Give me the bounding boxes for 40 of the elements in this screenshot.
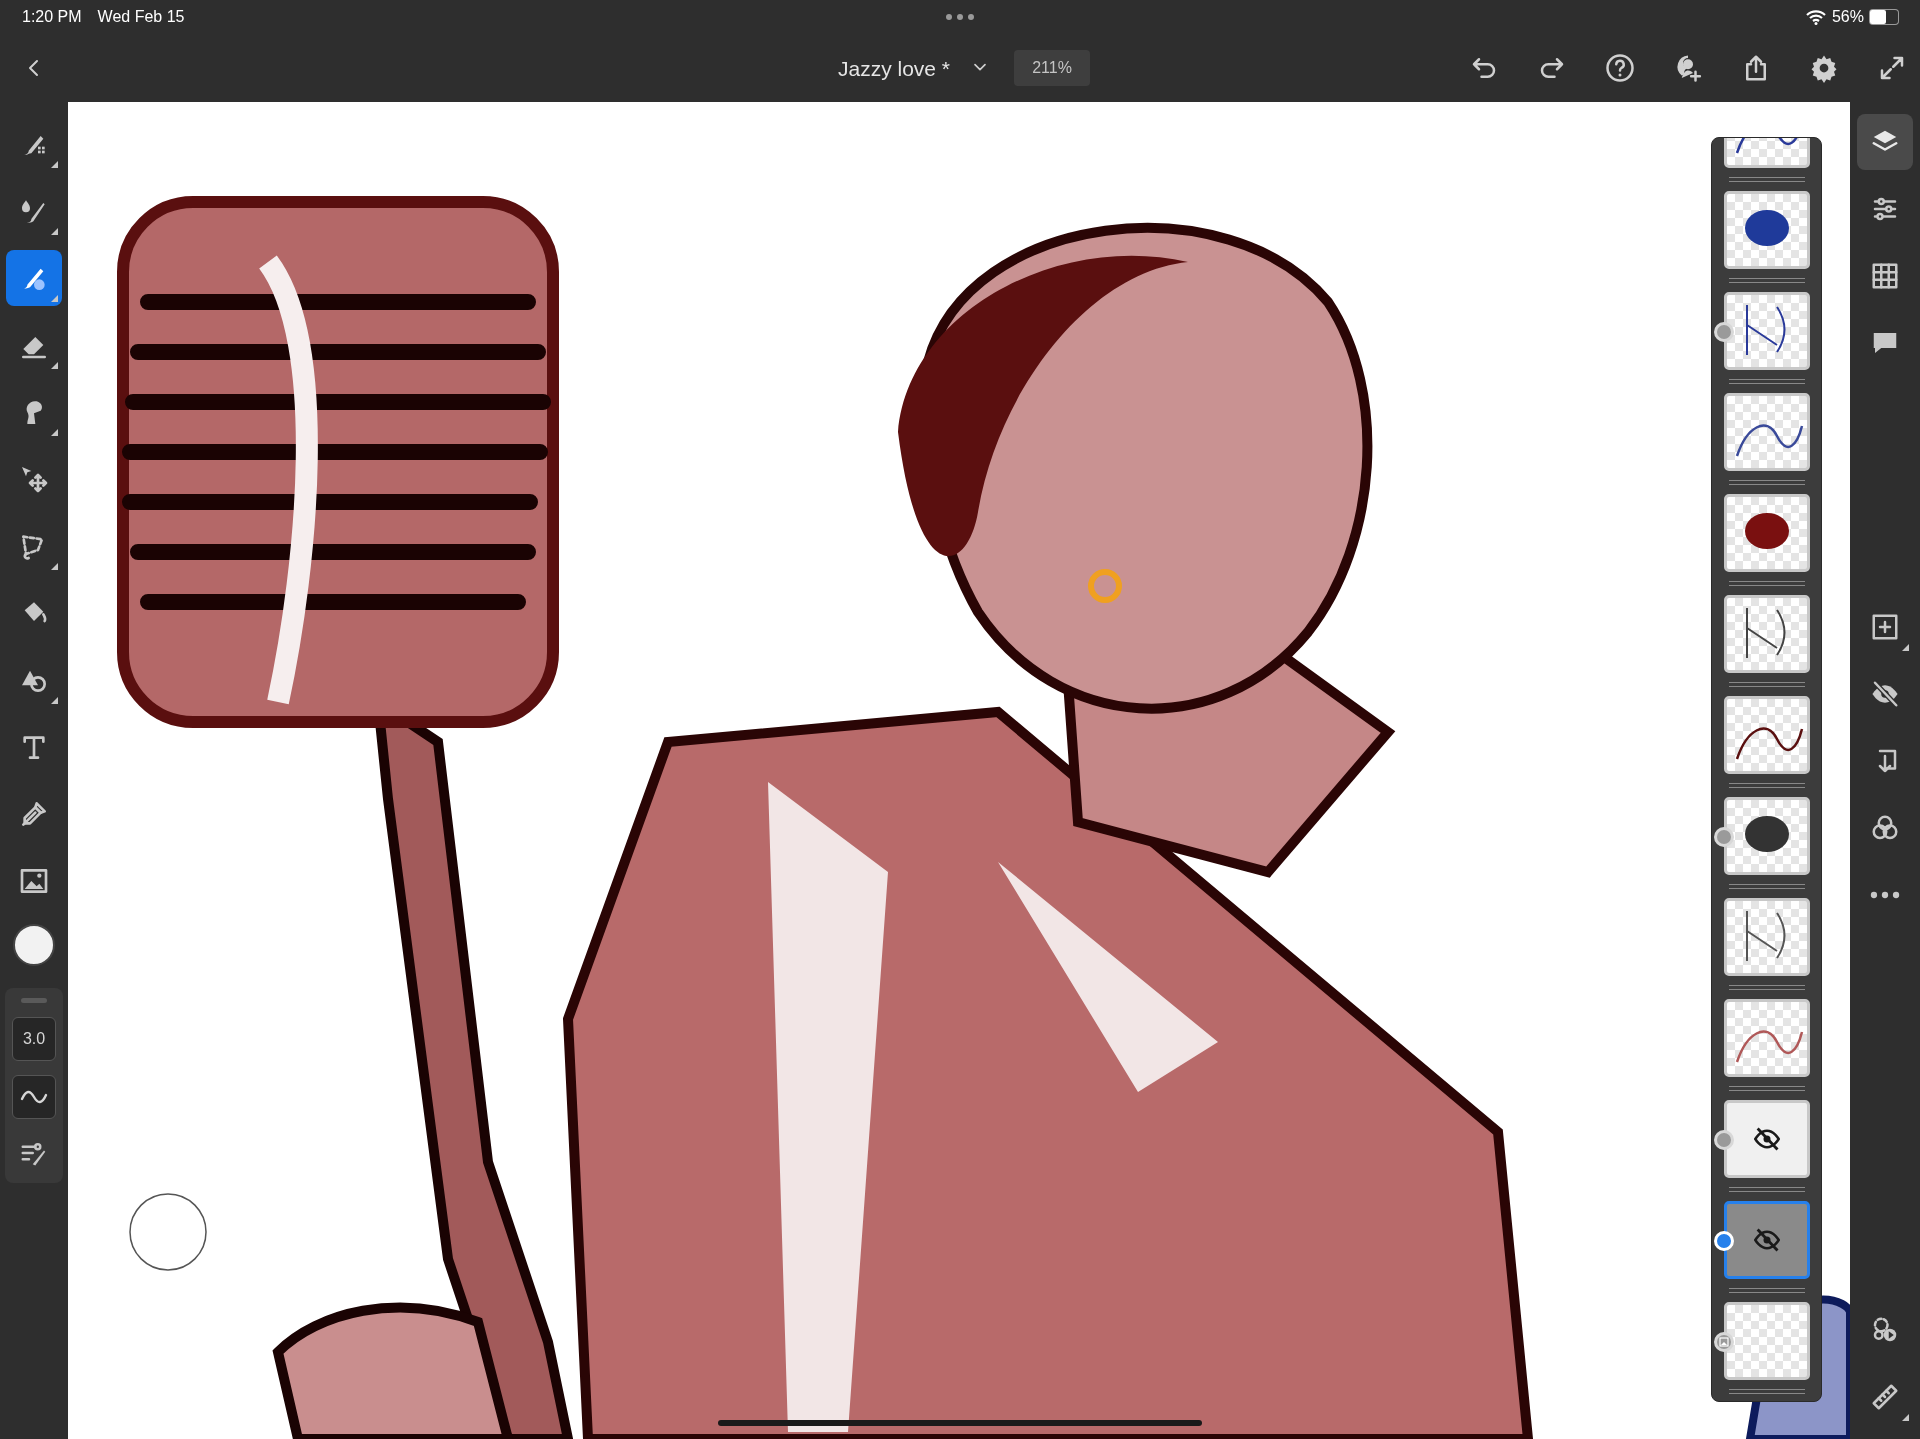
smoothing-button[interactable] [12, 1075, 56, 1119]
eye-slash-icon [1752, 1226, 1781, 1254]
layer-thumbnail[interactable] [1723, 595, 1810, 673]
more-icon[interactable] [945, 13, 975, 21]
layer-thumbnail[interactable] [1723, 797, 1810, 875]
layer-thumbnail[interactable] [1723, 1201, 1810, 1279]
layer-handle[interactable] [1714, 1130, 1734, 1150]
eye-slash-icon [1870, 679, 1900, 709]
document-title[interactable]: Jazzy love * [838, 53, 951, 85]
layer-handle[interactable] [1714, 322, 1734, 342]
color-swatch[interactable] [13, 924, 55, 966]
help-icon [1605, 53, 1635, 83]
layer-thumbnail[interactable] [1723, 494, 1810, 572]
wave-icon [20, 1089, 48, 1105]
layer-handle[interactable] [1714, 827, 1734, 847]
add-layer-icon [1870, 612, 1900, 642]
layer-thumbnail[interactable] [1723, 999, 1810, 1077]
status-date: Wed Feb 15 [97, 7, 185, 27]
wifi-icon [1805, 9, 1826, 25]
layer-thumbnail[interactable] [1723, 292, 1810, 370]
layer-thumbnail[interactable] [1723, 1302, 1810, 1380]
panel-handle [21, 998, 47, 1003]
ruler-icon [1870, 1382, 1900, 1412]
status-time: 1:20 PM [22, 7, 82, 27]
battery-icon [1870, 10, 1898, 24]
layers-button[interactable] [1857, 114, 1913, 170]
layer-thumbnail[interactable] [1723, 191, 1810, 269]
battery-percentage: 56% [1831, 7, 1864, 27]
brush-size-button[interactable]: 3.0 [12, 1017, 56, 1061]
zoom-level: 211% [1014, 50, 1090, 86]
more-icon [1870, 891, 1900, 899]
image-layer-badge[interactable] [1714, 1332, 1734, 1352]
layer-thumbnail[interactable] [1723, 393, 1810, 471]
grid-icon [1870, 261, 1900, 291]
eye-slash-icon [1752, 1125, 1781, 1153]
settings-icon [1809, 53, 1839, 83]
layer-thumbnail[interactable] [1723, 1100, 1810, 1178]
tool-button[interactable] [6, 250, 62, 306]
layer-thumbnail[interactable] [1723, 696, 1810, 774]
layer-thumbnail[interactable] [1723, 898, 1810, 976]
